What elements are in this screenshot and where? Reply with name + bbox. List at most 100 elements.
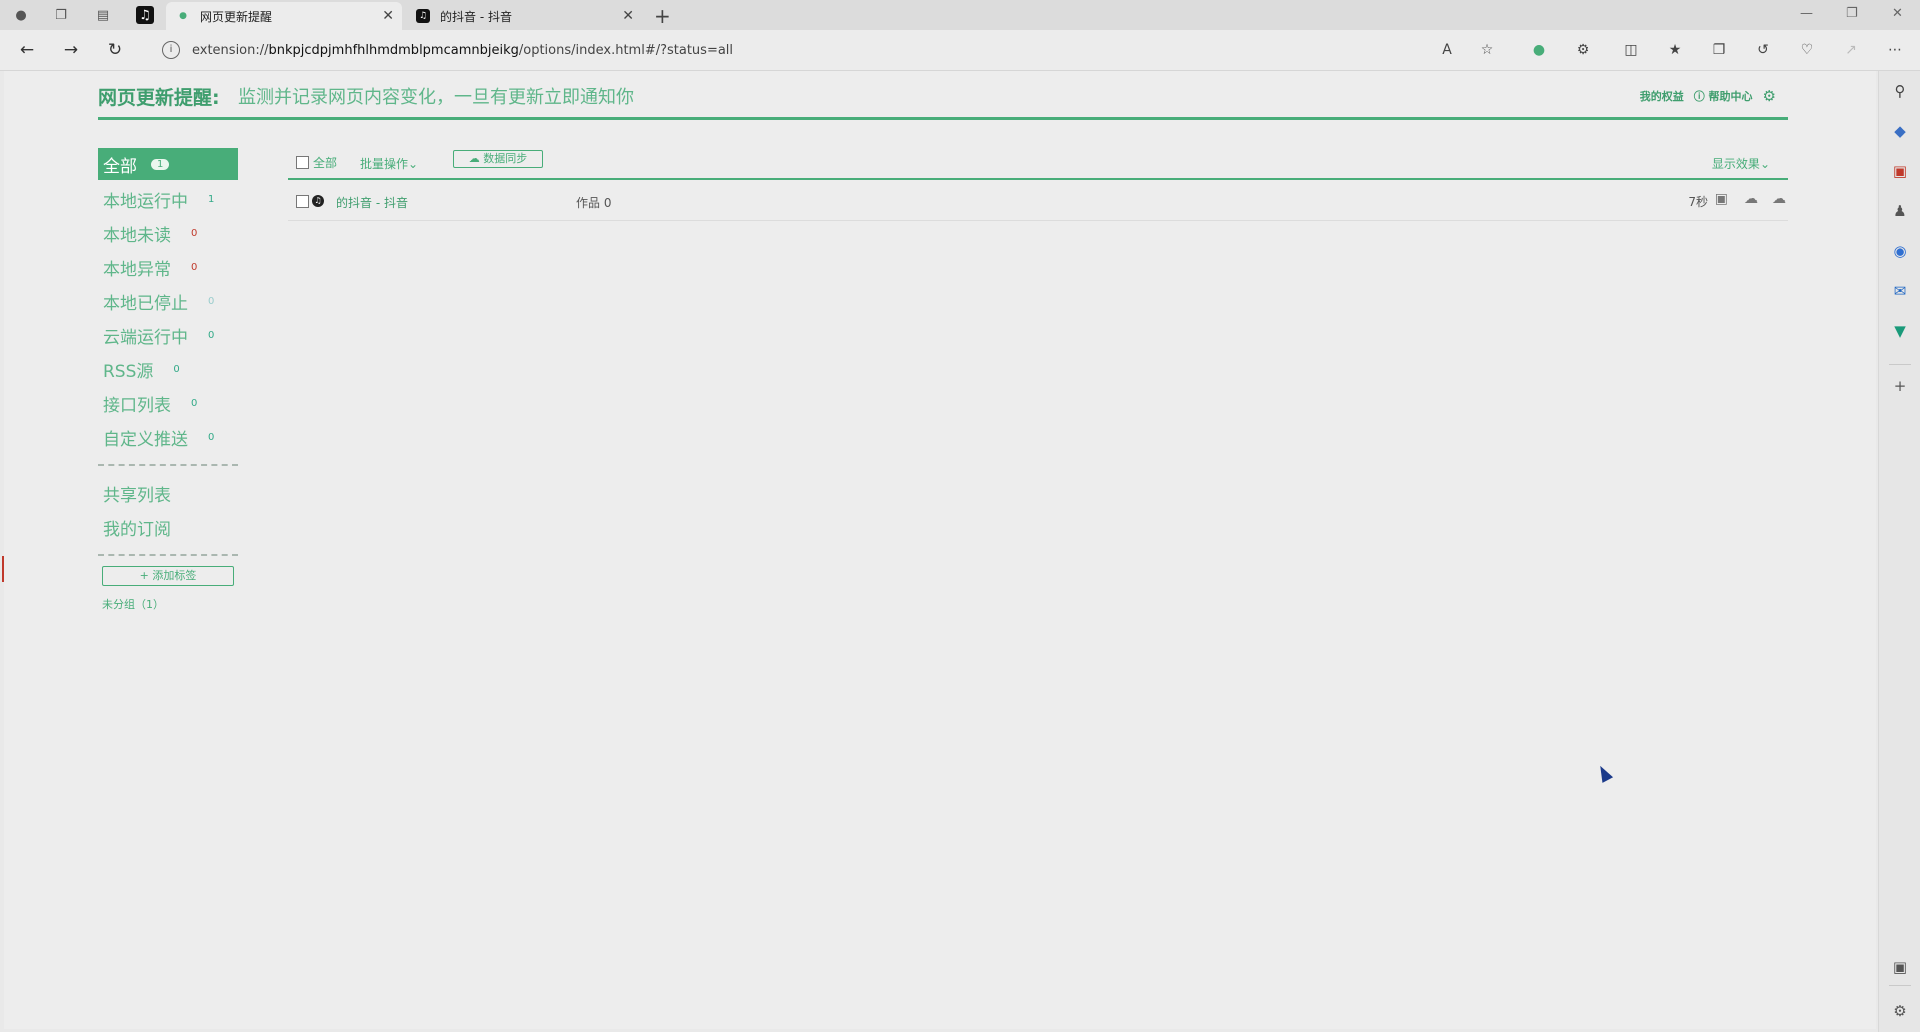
profile-icon[interactable]: ● [12, 6, 30, 24]
nav-local-running[interactable]: 本地运行中 1 [98, 182, 238, 216]
douyin-favicon-icon: ♫ [416, 9, 430, 23]
vertical-tabs-icon[interactable]: ▤ [94, 6, 112, 24]
site-info-icon[interactable]: i [162, 41, 180, 59]
nav-custom-push[interactable]: 自定义推送 0 [98, 420, 238, 454]
task-list: 全部 批量操作⌄ ☁ 数据同步 显示效果⌄ ♫ 的抖音 - 抖音 作品 0 7秒… [288, 148, 1788, 221]
favorite-star-icon[interactable]: ☆ [1478, 41, 1496, 59]
refresh-icon[interactable]: ↻ [104, 39, 126, 61]
nav-count: 0 [191, 261, 198, 273]
nav-my-subscriptions[interactable]: 我的订阅 [98, 510, 238, 544]
games-icon[interactable]: ♟ [1890, 201, 1910, 221]
performance-icon[interactable]: ♡ [1798, 41, 1816, 59]
chevron-down-icon: ⌄ [1759, 157, 1770, 171]
nav-local-error[interactable]: 本地异常 0 [98, 250, 238, 284]
nav-count: 0 [191, 227, 198, 239]
drop-icon[interactable]: ▼ [1890, 321, 1910, 341]
minimize-icon[interactable]: — [1800, 6, 1813, 21]
row-checkbox[interactable] [296, 195, 309, 208]
row-works: 作品 0 [576, 196, 612, 210]
settings-gear-icon[interactable]: ⚙ [1763, 87, 1776, 105]
close-tab-icon[interactable]: ✕ [382, 8, 394, 24]
nav-label: 我的订阅 [103, 519, 171, 540]
shopping-icon[interactable]: ◆ [1890, 121, 1910, 141]
help-center-link[interactable]: ⓘ 帮助中心 [1694, 88, 1753, 104]
page-header: 网页更新提醒: 监测并记录网页内容变化，一旦有更新立即通知你 我的权益 ⓘ 帮助… [98, 71, 1788, 120]
address-bar[interactable]: i extension://bnkpjcdpjmhfhlhmdmblpmcamn… [148, 35, 1512, 65]
display-mode-dropdown[interactable]: 显示效果⌄ [1712, 155, 1770, 172]
tab-strip: ● ❐ ▤ ♫ ● 网页更新提醒 ✕ ♫ 的抖音 - 抖音 ✕ + — ❐ ✕ [0, 0, 1920, 30]
restore-icon[interactable]: ❐ [1846, 6, 1858, 21]
table-row[interactable]: ♫ 的抖音 - 抖音 作品 0 7秒 ▣ ☁ ☁ [288, 180, 1788, 221]
nav-count: 0 [208, 431, 215, 443]
brand-slogan: 监测并记录网页内容变化，一旦有更新立即通知你 [238, 87, 634, 108]
select-all-label: 全部 [313, 156, 338, 170]
ungrouped-link[interactable]: 未分组（1） [102, 596, 238, 612]
share-icon[interactable]: ↗ [1842, 41, 1860, 59]
cloud-status-icon[interactable]: ☁ [1772, 191, 1786, 207]
list-toolbar: 全部 批量操作⌄ ☁ 数据同步 显示效果⌄ [288, 148, 1788, 180]
back-icon[interactable]: ← [16, 39, 38, 61]
nav-all[interactable]: 全部 1 [98, 148, 238, 180]
extensions-icon[interactable]: ⚙ [1574, 41, 1592, 59]
row-title-link[interactable]: 的抖音 - 抖音 [336, 194, 408, 211]
cloud-upload-icon[interactable]: ☁ [1744, 191, 1758, 207]
my-rights-link[interactable]: 我的权益 [1640, 88, 1684, 104]
add-tag-button[interactable]: + 添加标签 [102, 566, 234, 586]
url-prefix: extension:// [192, 42, 269, 58]
douyin-icon: ♫ [312, 195, 324, 207]
monitor-icon[interactable]: ▣ [1715, 191, 1728, 207]
url-path: /options/index.html#/?status=all [518, 42, 734, 58]
more-menu-icon[interactable]: ⋯ [1886, 41, 1904, 59]
close-window-icon[interactable]: ✕ [1892, 6, 1903, 21]
batch-operations-dropdown[interactable]: 批量操作⌄ [360, 155, 418, 172]
history-icon[interactable]: ↺ [1754, 41, 1772, 59]
sidebar-settings-icon[interactable]: ⚙ [1890, 1001, 1910, 1021]
help-label: 帮助中心 [1708, 90, 1753, 103]
nav-label: RSS源 [103, 361, 154, 382]
tools-icon[interactable]: ▣ [1890, 161, 1910, 181]
batch-label: 批量操作 [360, 157, 409, 171]
read-aloud-icon[interactable]: A [1438, 41, 1456, 59]
new-tab-icon[interactable]: + [654, 4, 671, 28]
add-sidebar-app-icon[interactable]: + [1890, 376, 1910, 396]
forward-icon[interactable]: → [60, 39, 82, 61]
url-host: bnkpjcdpjmhfhlhmdmblpmcamnbjeikg [268, 42, 519, 58]
divider [98, 464, 238, 466]
office-icon[interactable]: ◉ [1890, 241, 1910, 261]
chevron-down-icon: ⌄ [408, 157, 419, 171]
nav-label: 全部 [103, 156, 137, 177]
nav-shared-list[interactable]: 共享列表 [98, 476, 238, 510]
nav-count-badge: 1 [151, 158, 170, 170]
data-sync-button[interactable]: ☁ 数据同步 [453, 150, 543, 168]
brand-title: 网页更新提醒: [98, 87, 220, 109]
nav-api-list[interactable]: 接口列表 0 [98, 386, 238, 420]
hide-sidebar-icon[interactable]: ▣ [1890, 957, 1910, 977]
nav-label: 本地运行中 [103, 191, 188, 212]
nav-label: 云端运行中 [103, 327, 188, 348]
nav-local-stopped[interactable]: 本地已停止 0 [98, 284, 238, 318]
select-all[interactable]: 全部 [296, 154, 337, 171]
split-screen-icon[interactable]: ◫ [1622, 41, 1640, 59]
search-icon[interactable]: ⚲ [1890, 81, 1910, 101]
outlook-icon[interactable]: ✉ [1890, 281, 1910, 301]
close-tab-icon[interactable]: ✕ [622, 8, 634, 24]
nav-label: 本地未读 [103, 225, 171, 246]
favorites-icon[interactable]: ★ [1666, 41, 1684, 59]
select-all-checkbox[interactable] [296, 156, 309, 169]
workspaces-icon[interactable]: ❐ [52, 6, 70, 24]
extension-web-update-icon[interactable]: ● [1530, 41, 1548, 59]
divider [98, 554, 238, 556]
nav-local-unread[interactable]: 本地未读 0 [98, 216, 238, 250]
display-label: 显示效果 [1711, 157, 1760, 171]
edge-sidebar: ⚲ ◆ ▣ ♟ ◉ ✉ ▼ + ▣ ⚙ [1878, 71, 1920, 1032]
nav-label: 自定义推送 [103, 429, 188, 450]
tab-douyin[interactable]: ♫ 的抖音 - 抖音 ✕ [406, 2, 642, 30]
browser-toolbar: ← → ↻ i extension://bnkpjcdpjmhfhlhmdmbl… [0, 30, 1920, 71]
tab-web-update[interactable]: ● 网页更新提醒 ✕ [166, 2, 402, 30]
tiktok-pinned-tab-icon[interactable]: ♫ [136, 6, 154, 24]
nav-rss[interactable]: RSS源 0 [98, 352, 238, 386]
nav-label: 接口列表 [103, 395, 171, 416]
collections-icon[interactable]: ❐ [1710, 41, 1728, 59]
tab-title: 网页更新提醒 [200, 9, 273, 24]
nav-cloud-running[interactable]: 云端运行中 0 [98, 318, 238, 352]
